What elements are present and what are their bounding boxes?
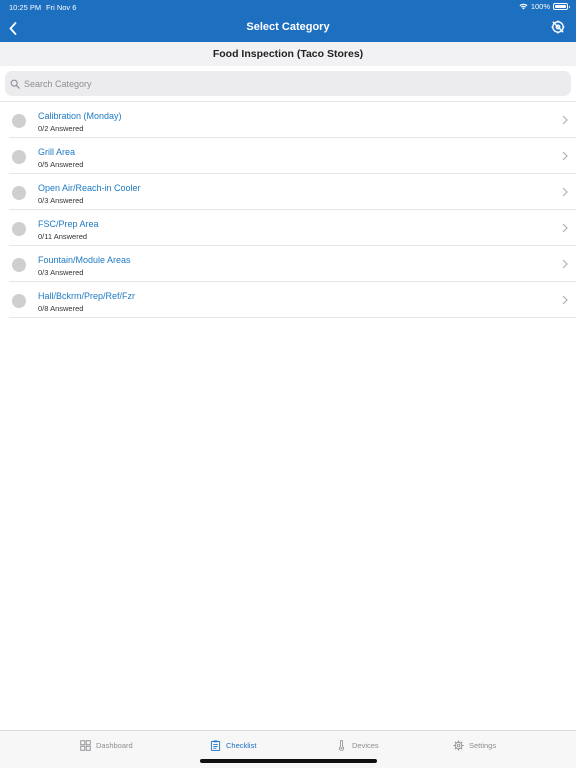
chevron-right-icon (562, 187, 568, 197)
category-title: FSC/Prep Area (38, 219, 99, 229)
battery-icon (553, 3, 570, 10)
tab-dashboard[interactable]: Dashboard (80, 740, 133, 751)
answered-count: 0/5 Answered (38, 160, 84, 169)
thermometer-icon (338, 740, 345, 751)
category-item-hall[interactable]: Hall/Bckrm/Prep/Ref/Fzr 0/8 Answered (9, 282, 576, 318)
app-header: 10:25 PM Fri Nov 6 100% Select Category (0, 0, 576, 42)
tab-label: Dashboard (96, 741, 133, 750)
chevron-right-icon (562, 115, 568, 125)
answered-count: 0/8 Answered (38, 304, 84, 313)
tab-checklist[interactable]: Checklist (210, 740, 256, 751)
search-bar (0, 66, 576, 101)
location-off-button[interactable] (550, 19, 566, 35)
location-off-icon (551, 20, 565, 34)
chevron-right-icon (562, 259, 568, 269)
category-item-prep-area[interactable]: FSC/Prep Area 0/11 Answered (9, 210, 576, 246)
page-title: Select Category (246, 21, 330, 33)
home-indicator (200, 759, 377, 763)
status-time: 10:25 PM (9, 3, 42, 12)
chevron-right-icon (562, 151, 568, 161)
status-right: 100% (519, 2, 570, 11)
tab-label: Devices (352, 741, 379, 750)
tab-label: Checklist (226, 741, 257, 750)
category-title: Calibration (Monday) (38, 111, 122, 121)
category-title: Hall/Bckrm/Prep/Ref/Fzr (38, 291, 136, 301)
clipboard-icon (210, 740, 221, 751)
status-indicator (12, 150, 26, 164)
category-item-calibration[interactable]: Calibration (Monday) 0/2 Answered (9, 102, 576, 138)
gear-icon (453, 740, 464, 751)
chevron-right-icon (562, 295, 568, 305)
chevron-right-icon (562, 223, 568, 233)
search-icon (10, 79, 20, 89)
status-indicator (12, 294, 26, 308)
category-title: Open Air/Reach-in Cooler (38, 183, 141, 193)
answered-count: 0/11 Answered (38, 232, 88, 241)
category-title: Fountain/Module Areas (38, 255, 131, 265)
search-input[interactable] (24, 78, 554, 89)
category-item-cooler[interactable]: Open Air/Reach-in Cooler 0/3 Answered (9, 174, 576, 210)
wifi-icon (519, 3, 528, 10)
category-item-grill-area[interactable]: Grill Area 0/5 Answered (9, 138, 576, 174)
tab-devices[interactable]: Devices (336, 740, 379, 751)
tab-label: Settings (469, 741, 497, 750)
status-bar: 10:25 PM Fri Nov 6 100% (0, 0, 576, 14)
battery-percent: 100% (530, 2, 550, 11)
status-date: Fri Nov 6 (46, 3, 77, 12)
category-title: Grill Area (38, 147, 76, 157)
nav-bar: Select Category (0, 14, 576, 42)
tab-settings[interactable]: Settings (453, 740, 496, 751)
status-indicator (12, 186, 26, 200)
category-list: Calibration (Monday) 0/2 Answered Grill … (0, 101, 576, 318)
inspection-title: Food Inspection (Taco Stores) (0, 42, 576, 66)
status-indicator (12, 114, 26, 128)
category-item-fountain[interactable]: Fountain/Module Areas 0/3 Answered (9, 246, 576, 282)
answered-count: 0/3 Answered (38, 196, 84, 205)
answered-count: 0/2 Answered (38, 124, 84, 133)
search-box[interactable] (5, 71, 571, 96)
status-indicator (12, 258, 26, 272)
status-indicator (12, 222, 26, 236)
dashboard-icon (80, 740, 91, 751)
answered-count: 0/3 Answered (38, 268, 84, 277)
